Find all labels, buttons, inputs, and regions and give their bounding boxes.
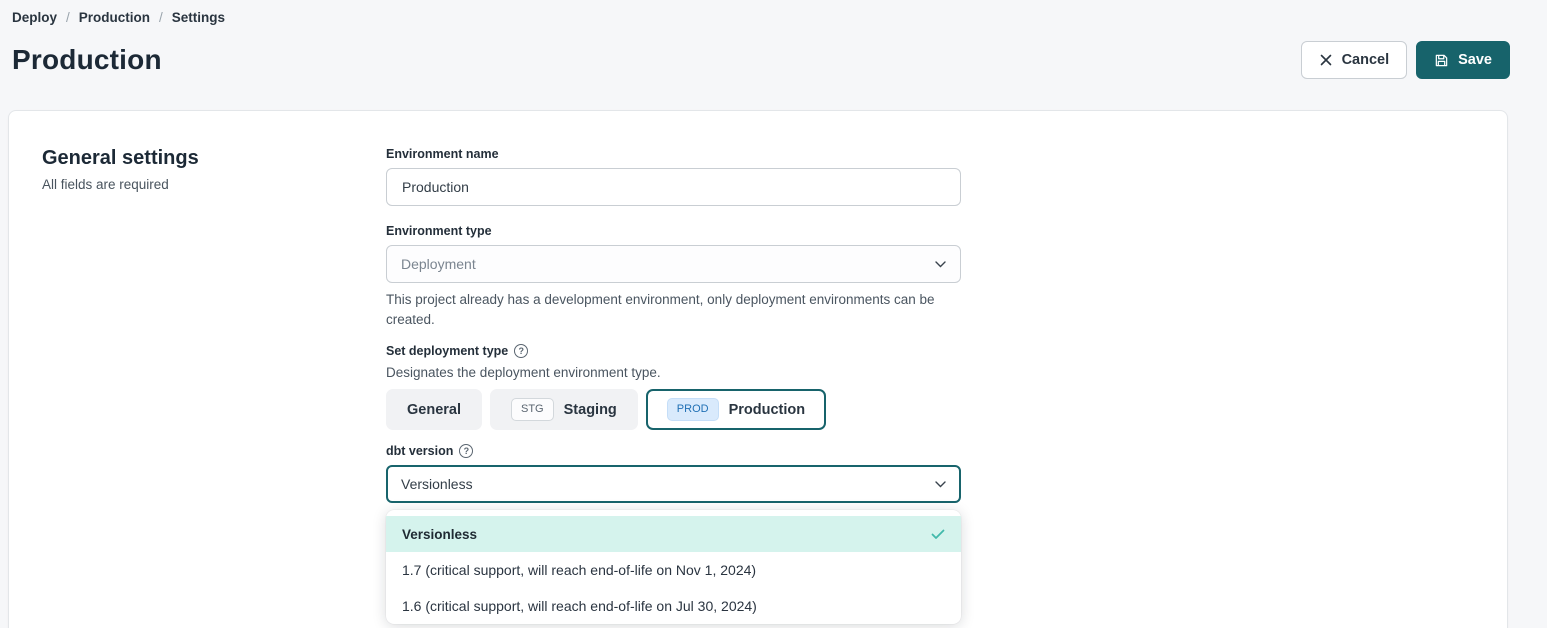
breadcrumb-separator: /: [66, 10, 70, 25]
page-title: Production: [12, 44, 162, 76]
save-button[interactable]: Save: [1416, 41, 1510, 79]
dbt-version-dropdown-menu: Versionless 1.7 (critical support, will …: [386, 510, 961, 624]
chevron-down-icon: [935, 481, 946, 488]
dbt-version-select[interactable]: Versionless: [386, 465, 961, 503]
header-actions: Cancel Save: [1301, 41, 1510, 79]
prod-badge: PROD: [667, 398, 719, 420]
breadcrumb-separator: /: [159, 10, 163, 25]
environment-type-label: Environment type: [386, 224, 961, 238]
floppy-disk-icon: [1434, 53, 1449, 68]
breadcrumb: Deploy / Production / Settings: [0, 0, 1547, 25]
dbt-version-option-1-7[interactable]: 1.7 (critical support, will reach end-of…: [386, 552, 961, 588]
deployment-type-label: Set deployment type ?: [386, 344, 961, 358]
deployment-type-general-label: General: [407, 402, 461, 418]
deployment-type-description: Designates the deployment environment ty…: [386, 365, 961, 380]
dbt-version-label: dbt version ?: [386, 444, 961, 458]
breadcrumb-deploy[interactable]: Deploy: [12, 10, 57, 25]
environment-type-value: Deployment: [401, 256, 476, 272]
breadcrumb-production[interactable]: Production: [79, 10, 150, 25]
option-label: Versionless: [402, 527, 477, 542]
close-icon: [1319, 53, 1333, 67]
chevron-down-icon: [935, 261, 946, 268]
environment-type-help-text: This project already has a development e…: [386, 290, 948, 330]
dbt-version-option-versionless[interactable]: Versionless: [386, 516, 961, 552]
deployment-type-production-label: Production: [729, 402, 806, 418]
section-title: General settings: [42, 147, 386, 170]
staging-badge: STG: [511, 398, 554, 420]
deployment-type-options: General STG Staging PROD Production: [386, 389, 961, 430]
save-button-label: Save: [1458, 52, 1492, 68]
deployment-type-general-button[interactable]: General: [386, 389, 482, 430]
page-header: Production Cancel Save: [12, 41, 1510, 79]
environment-type-select[interactable]: Deployment: [386, 245, 961, 283]
option-label: 1.7 (critical support, will reach end-of…: [402, 562, 756, 578]
deployment-type-staging-label: Staging: [564, 402, 617, 418]
deployment-type-production-button[interactable]: PROD Production: [646, 389, 826, 430]
environment-name-input[interactable]: [386, 168, 961, 206]
settings-form: Environment name Environment type Deploy…: [386, 147, 961, 624]
help-icon[interactable]: ?: [459, 444, 473, 458]
cancel-button-label: Cancel: [1342, 52, 1390, 68]
breadcrumb-settings[interactable]: Settings: [172, 10, 225, 25]
deployment-type-staging-button[interactable]: STG Staging: [490, 389, 638, 430]
help-icon[interactable]: ?: [514, 344, 528, 358]
check-icon: [931, 529, 945, 540]
environment-name-label: Environment name: [386, 147, 961, 161]
option-label: 1.6 (critical support, will reach end-of…: [402, 598, 757, 614]
section-subtitle: All fields are required: [42, 177, 386, 192]
dbt-version-value: Versionless: [401, 476, 473, 492]
deployment-type-label-text: Set deployment type: [386, 344, 508, 358]
dbt-version-label-text: dbt version: [386, 444, 453, 458]
cancel-button[interactable]: Cancel: [1301, 41, 1408, 79]
general-settings-card: General settings All fields are required…: [8, 110, 1508, 628]
dbt-version-option-1-6[interactable]: 1.6 (critical support, will reach end-of…: [386, 588, 961, 624]
